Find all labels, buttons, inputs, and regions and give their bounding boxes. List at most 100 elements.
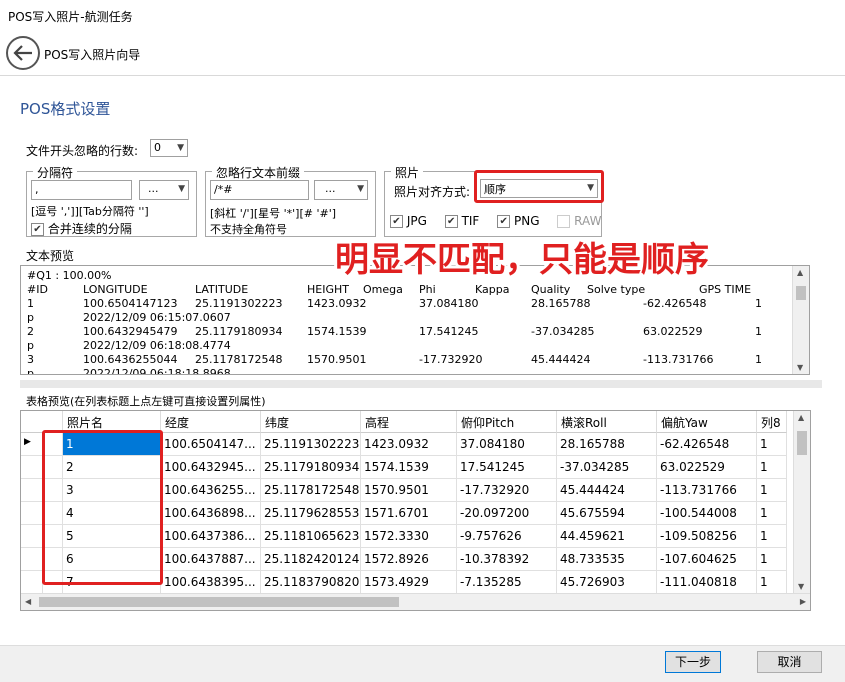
table-cell[interactable]: 1571.6701 [361, 502, 457, 525]
separator-legend: 分隔符 [33, 164, 78, 181]
format-checkboxes: ✔ JPG ✔ TIF ✔ PNG RAW [390, 214, 601, 228]
row-header[interactable] [21, 548, 43, 571]
table-cell[interactable]: 37.084180 [457, 433, 557, 456]
table-cell[interactable]: -10.378392 [457, 548, 557, 571]
row-header[interactable]: ▶ [21, 433, 43, 456]
text-preview-cell: 100.6436255044 [83, 353, 178, 366]
table-cell[interactable]: 25.1182420124 [261, 548, 361, 571]
row-header[interactable] [21, 456, 43, 479]
column-header[interactable]: 横滚Roll [557, 411, 657, 433]
column-header[interactable]: 俯仰Pitch [457, 411, 557, 433]
skip-lines-select[interactable]: 0 ▼ [150, 139, 188, 157]
table-cell[interactable]: 25.1179628553 [261, 502, 361, 525]
table-cell[interactable]: 25.1181065623 [261, 525, 361, 548]
text-preview-cell: 1 [27, 297, 34, 310]
table-cell[interactable]: 100.6437386... [161, 525, 261, 548]
table-cell[interactable]: 1 [757, 571, 787, 594]
format-tif-checkbox[interactable]: ✔ TIF [444, 214, 479, 228]
text-preview-cell: 3 [27, 353, 34, 366]
table-cell[interactable]: -20.097200 [457, 502, 557, 525]
table-cell[interactable]: 25.1179180934 [261, 456, 361, 479]
scroll-up-icon[interactable]: ▲ [798, 413, 804, 422]
table-cell[interactable]: 45.675594 [557, 502, 657, 525]
back-button[interactable] [6, 36, 40, 70]
table-cell[interactable]: 1 [757, 502, 787, 525]
table-cell[interactable]: 100.6432945... [161, 456, 261, 479]
format-png-checkbox[interactable]: ✔ PNG [497, 214, 540, 228]
table-cell[interactable]: 1572.3330 [361, 525, 457, 548]
scrollbar-thumb[interactable] [39, 597, 399, 607]
column-header[interactable]: 偏航Yaw [657, 411, 757, 433]
table-cell[interactable]: -37.034285 [557, 456, 657, 479]
text-preview-cell: Quality [531, 283, 571, 296]
row-header[interactable] [21, 571, 43, 594]
table-cell[interactable]: 100.6504147... [161, 433, 261, 456]
table-cell[interactable]: -7.135285 [457, 571, 557, 594]
table-cell[interactable]: 1 [757, 456, 787, 479]
separator-input[interactable]: , [31, 180, 132, 200]
table-cell[interactable]: 25.1178172548 [261, 479, 361, 502]
format-jpg-checkbox[interactable]: ✔ JPG [390, 214, 427, 228]
merge-separators-checkbox[interactable]: ✔ 合并连续的分隔 [31, 220, 132, 237]
table-cell[interactable]: 45.726903 [557, 571, 657, 594]
table-cell[interactable]: 1572.8926 [361, 548, 457, 571]
cancel-button[interactable]: 取消 [757, 651, 822, 673]
scroll-down-icon[interactable]: ▼ [797, 363, 803, 372]
table-cell[interactable]: 45.444424 [557, 479, 657, 502]
scroll-right-icon[interactable]: ▶ [800, 597, 806, 606]
section-title: POS格式设置 [20, 100, 111, 118]
table-cell[interactable]: 100.6436255... [161, 479, 261, 502]
row-header[interactable] [21, 525, 43, 548]
table-cell[interactable]: 1423.0932 [361, 433, 457, 456]
text-preview-cell: 1 [755, 325, 762, 338]
table-cell[interactable]: 100.6437887... [161, 548, 261, 571]
table-cell[interactable]: -109.508256 [657, 525, 757, 548]
table-cell[interactable]: 1570.9501 [361, 479, 457, 502]
table-cell[interactable]: 25.1191302223 [261, 433, 361, 456]
table-cell[interactable]: 28.165788 [557, 433, 657, 456]
table-cell[interactable]: -9.757626 [457, 525, 557, 548]
scroll-left-icon[interactable]: ◀ [25, 597, 31, 606]
table-cell[interactable]: 1574.1539 [361, 456, 457, 479]
scroll-up-icon[interactable]: ▲ [797, 268, 803, 277]
table-cell[interactable]: 1573.4929 [361, 571, 457, 594]
text-preview-scrollbar[interactable]: ▲ ▼ [792, 266, 809, 374]
table-cell[interactable]: -113.731766 [657, 479, 757, 502]
table-cell[interactable]: 63.022529 [657, 456, 757, 479]
ignore-prefix-input[interactable]: /*# [210, 180, 309, 200]
table-cell[interactable]: -17.732920 [457, 479, 557, 502]
table-cell[interactable]: -111.040818 [657, 571, 757, 594]
text-preview-cell: 1 [755, 353, 762, 366]
ignore-prefix-preset-select[interactable]: ... ▼ [314, 180, 368, 200]
row-header[interactable] [21, 502, 43, 525]
table-cell[interactable]: 100.6438395... [161, 571, 261, 594]
column-header[interactable]: 高程 [361, 411, 457, 433]
scrollbar-thumb[interactable] [796, 286, 806, 300]
grid-hscrollbar[interactable]: ◀ ▶ [21, 593, 810, 610]
column-header[interactable]: 经度 [161, 411, 261, 433]
text-preview-cell: #ID [27, 283, 48, 296]
table-cell[interactable]: 48.733535 [557, 548, 657, 571]
table-cell[interactable]: -62.426548 [657, 433, 757, 456]
scroll-down-icon[interactable]: ▼ [798, 582, 804, 591]
text-preview-cell: Kappa [475, 283, 510, 296]
column-header[interactable]: 纬度 [261, 411, 361, 433]
table-cell[interactable]: -100.544008 [657, 502, 757, 525]
text-preview-area[interactable]: #Q1 : 100.00% #ID LONGITUDE LATITUDE HEIGHT O… [20, 265, 810, 375]
table-cell[interactable]: 25.1183790820 [261, 571, 361, 594]
splitter[interactable] [20, 380, 822, 388]
table-cell[interactable]: 100.6436898... [161, 502, 261, 525]
table-cell[interactable]: 44.459621 [557, 525, 657, 548]
table-cell[interactable]: 1 [757, 548, 787, 571]
table-cell[interactable]: 1 [757, 525, 787, 548]
table-cell[interactable]: 1 [757, 479, 787, 502]
row-header[interactable] [21, 479, 43, 502]
separator-preset-select[interactable]: ... ▼ [139, 180, 189, 200]
next-button[interactable]: 下一步 [665, 651, 721, 673]
table-cell[interactable]: -107.604625 [657, 548, 757, 571]
scrollbar-thumb[interactable] [797, 431, 807, 455]
column-header[interactable]: 列8 [757, 411, 787, 433]
table-cell[interactable]: 17.541245 [457, 456, 557, 479]
table-cell[interactable]: 1 [757, 433, 787, 456]
grid-vscrollbar[interactable]: ▲ ▼ [793, 411, 810, 593]
